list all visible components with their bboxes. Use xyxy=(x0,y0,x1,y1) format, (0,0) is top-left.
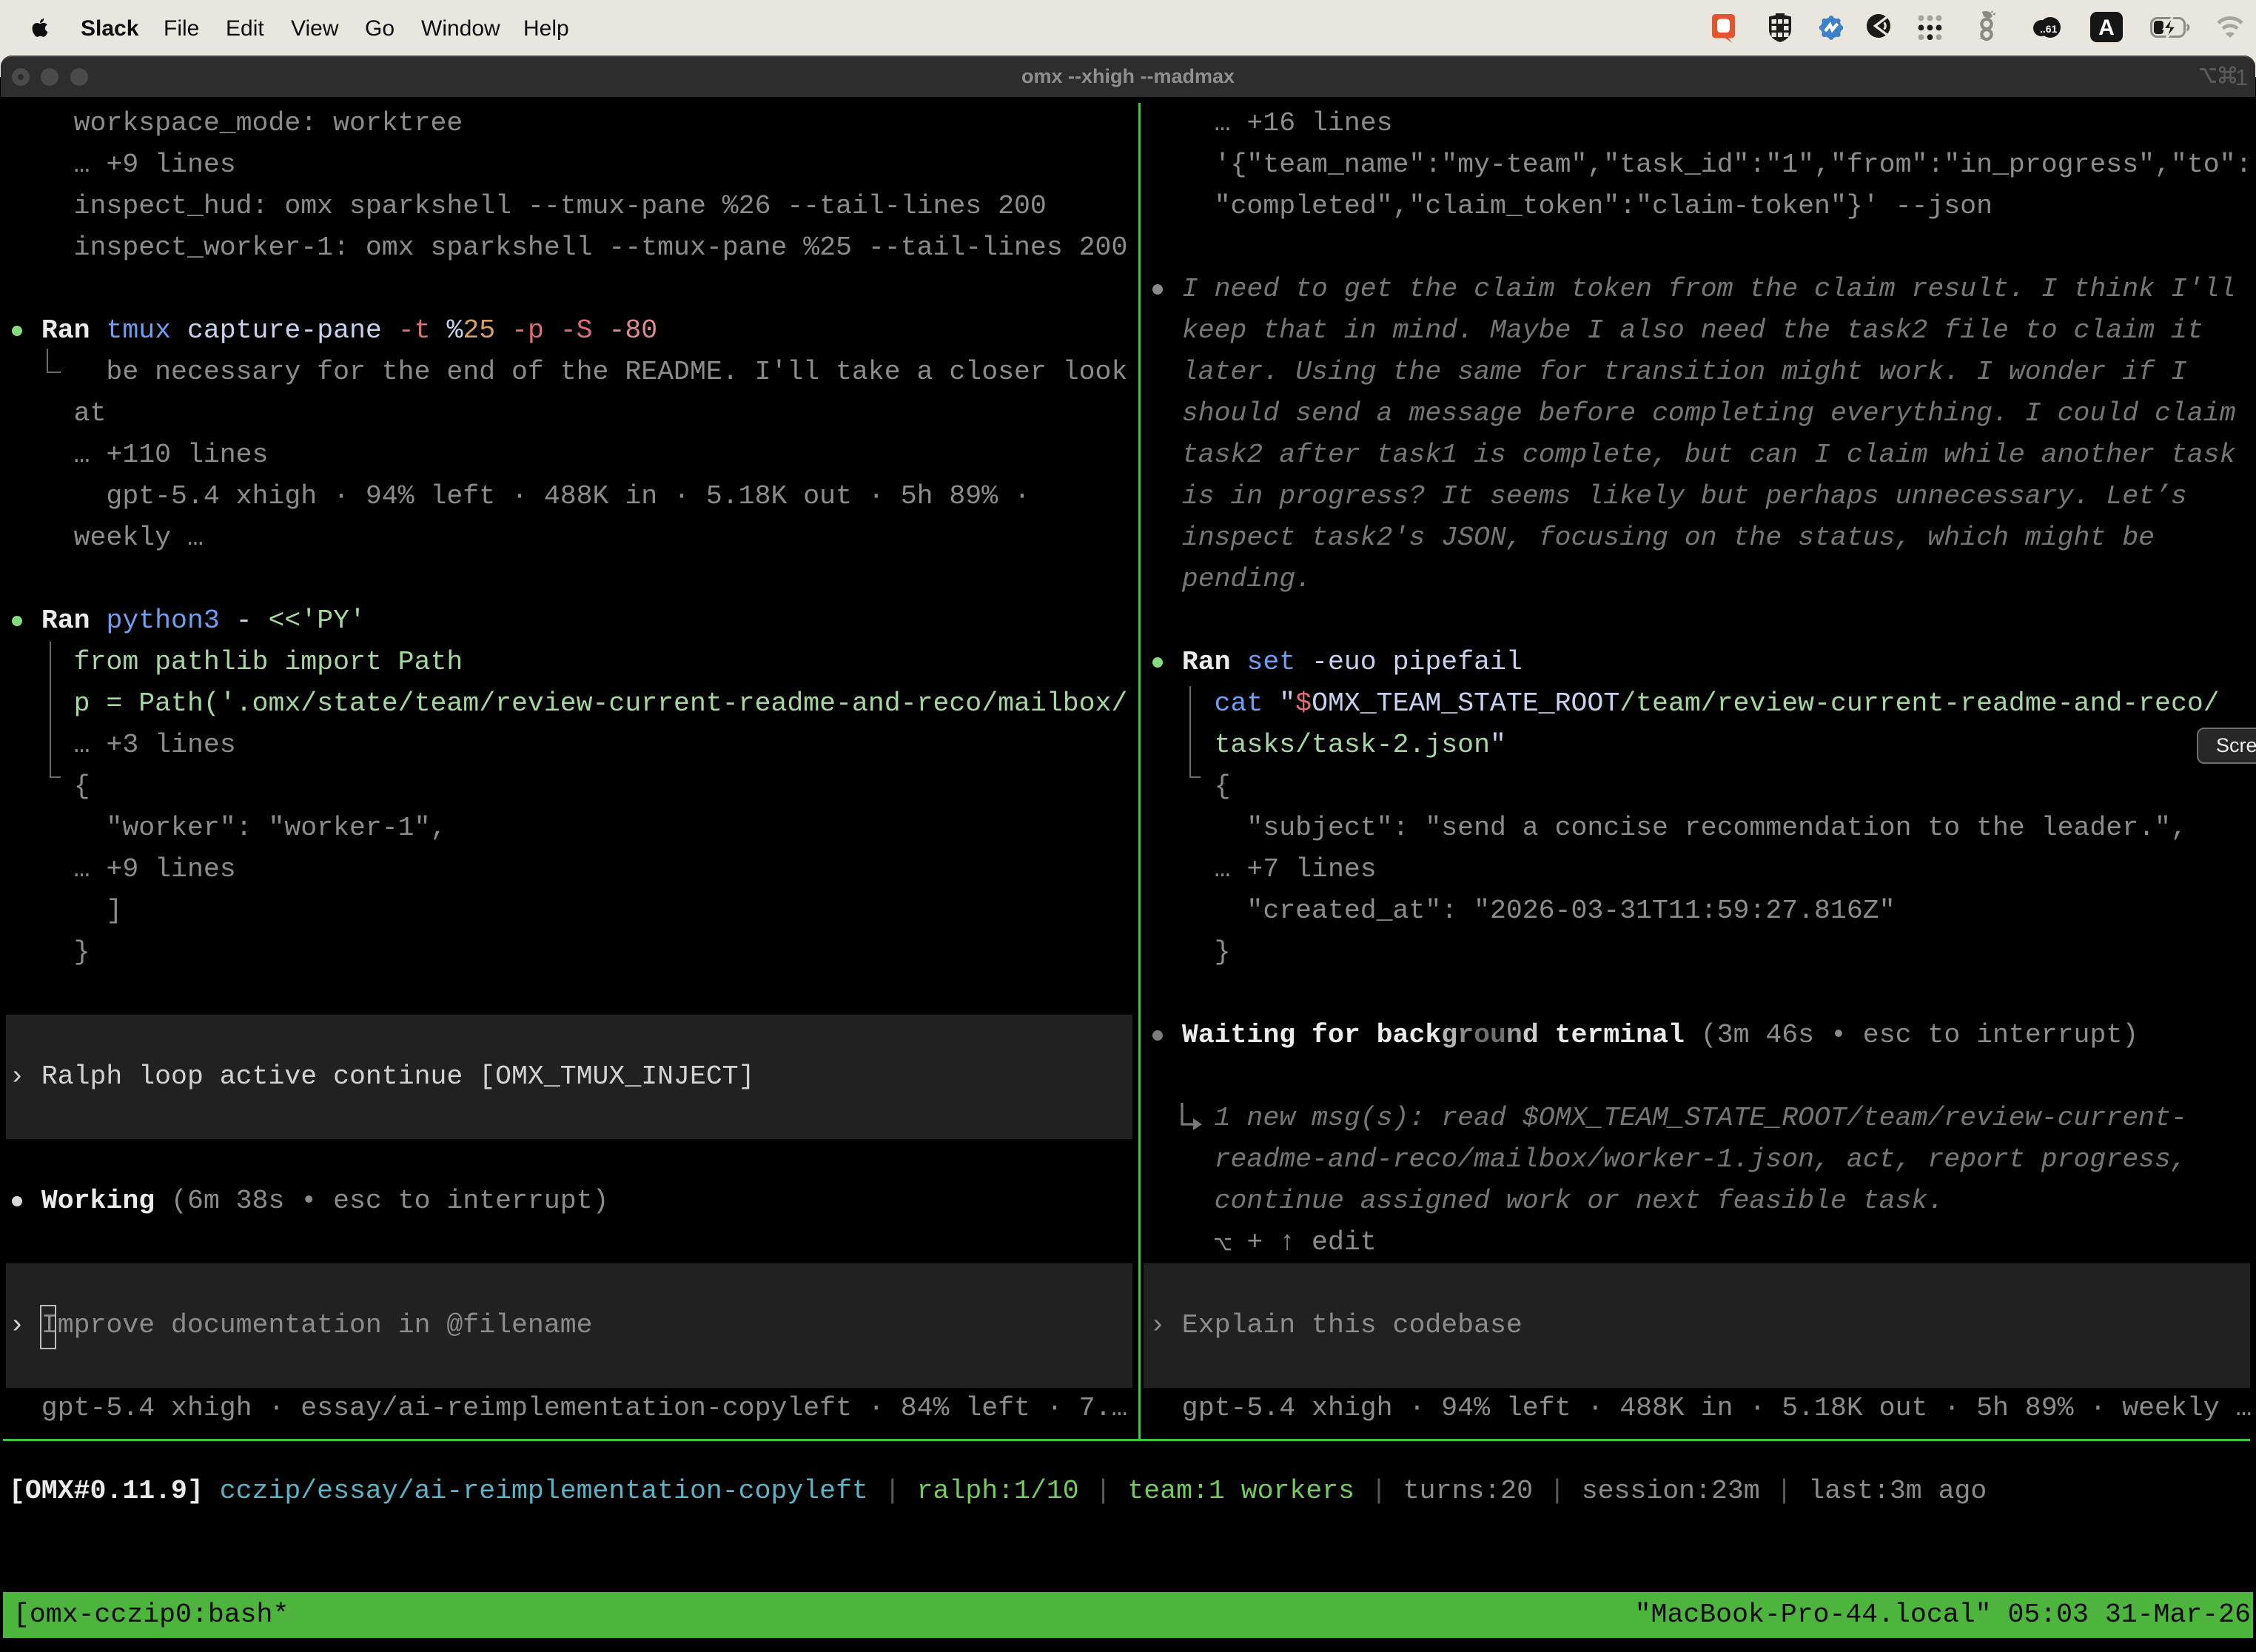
svg-text:A: A xyxy=(2098,16,2115,40)
svg-text:..61: ..61 xyxy=(2040,23,2058,35)
